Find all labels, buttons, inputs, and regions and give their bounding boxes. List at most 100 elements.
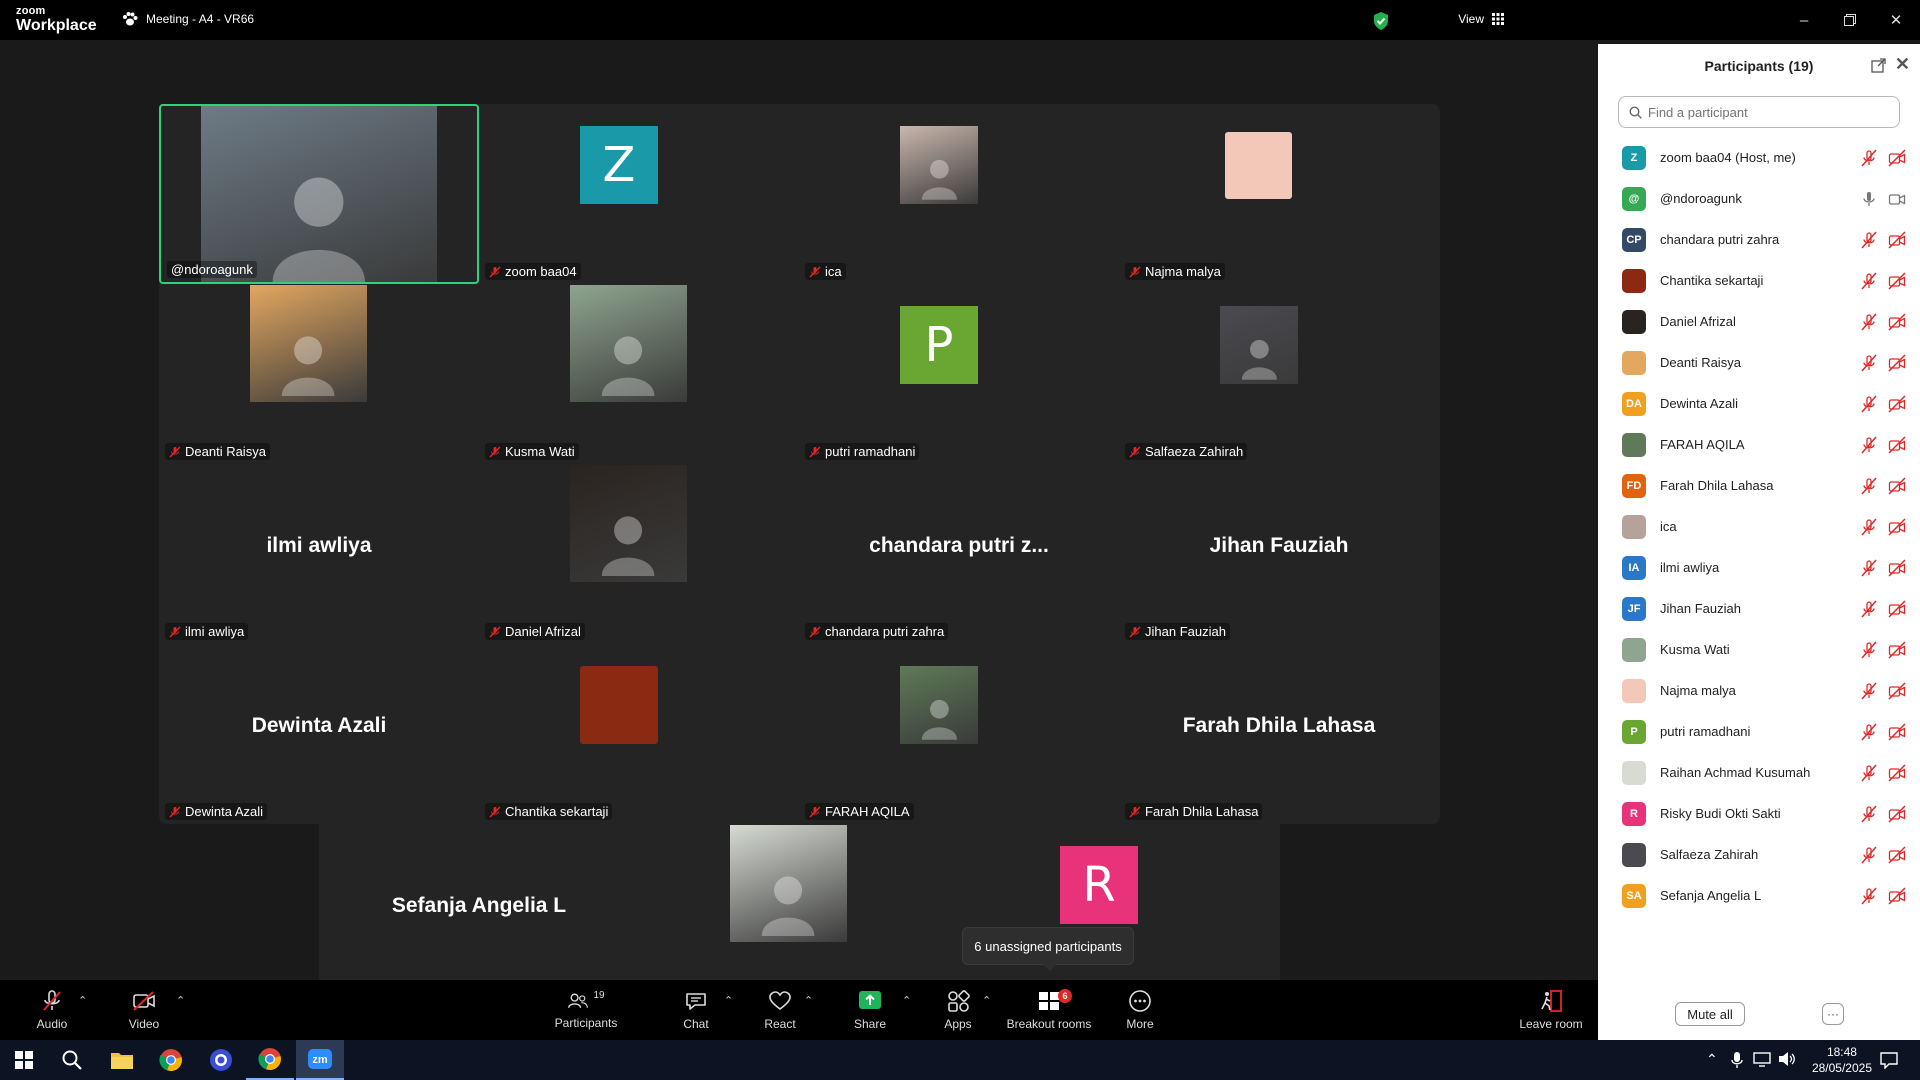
mic-muted-icon[interactable] — [1860, 641, 1878, 664]
apps-button[interactable]: Apps — [934, 980, 982, 1040]
taskbar-clock[interactable]: 18:48 28/05/2025 — [1812, 1044, 1872, 1076]
view-button[interactable]: View — [1458, 12, 1504, 26]
leave-room-button[interactable]: Leave room — [1516, 980, 1586, 1040]
participant-row[interactable]: DA Dewinta Azali — [1598, 383, 1920, 424]
participant-row[interactable]: Salfaeza Zahirah — [1598, 834, 1920, 875]
participant-row[interactable]: Raihan Achmad Kusumah — [1598, 752, 1920, 793]
video-button[interactable]: Video — [120, 980, 168, 1040]
react-options-caret[interactable]: ⌃ — [804, 994, 813, 1007]
participant-row[interactable]: Deanti Raisya — [1598, 342, 1920, 383]
chrome-icon[interactable] — [147, 1040, 195, 1080]
mute-all-button[interactable]: Mute all — [1675, 1002, 1745, 1026]
share-button[interactable]: Share — [846, 980, 894, 1040]
video-tile[interactable]: R — [959, 824, 1279, 1004]
participant-row[interactable]: Najma malya — [1598, 670, 1920, 711]
chat-button[interactable]: Chat — [672, 980, 720, 1040]
react-button[interactable]: React — [756, 980, 804, 1040]
video-tile[interactable]: FARAH AQILA — [799, 644, 1119, 824]
video-tile[interactable]: Zzoom baa04 — [479, 104, 799, 284]
mic-muted-icon[interactable] — [1860, 805, 1878, 828]
windows-start-icon[interactable] — [0, 1040, 48, 1080]
mic-muted-icon[interactable] — [1860, 887, 1878, 910]
participant-row[interactable]: ica — [1598, 506, 1920, 547]
app-circle-icon[interactable] — [197, 1040, 245, 1080]
mic-muted-icon[interactable] — [1860, 272, 1878, 295]
video-tile[interactable]: Raihan Achmad Kusumah — [639, 824, 959, 1004]
tray-mic-icon[interactable] — [1731, 1051, 1743, 1069]
search-input[interactable] — [1648, 104, 1888, 120]
notification-icon[interactable] — [1880, 1051, 1898, 1069]
participant-search[interactable] — [1618, 96, 1900, 128]
tile-name-text: @ndoroagunk — [171, 262, 253, 277]
video-tile[interactable]: Kusma Wati — [479, 284, 799, 464]
mic-muted-icon[interactable] — [1860, 149, 1878, 172]
encryption-shield-icon[interactable] — [1372, 11, 1390, 31]
participant-row[interactable]: JF Jihan Fauziah — [1598, 588, 1920, 629]
more-button[interactable]: More — [1116, 980, 1164, 1040]
video-tile[interactable]: Dewinta Azali Dewinta Azali — [159, 644, 479, 824]
video-tile[interactable]: Deanti Raisya — [159, 284, 479, 464]
video-tile[interactable]: chandara putri z... chandara putri zahra — [799, 464, 1119, 644]
mic-on-icon[interactable] — [1860, 190, 1878, 213]
breakout-rooms-button[interactable]: Breakout rooms — [1004, 980, 1094, 1040]
apps-options-caret[interactable]: ⌃ — [982, 994, 991, 1007]
mic-muted-icon[interactable] — [1860, 846, 1878, 869]
tray-volume-icon[interactable] — [1778, 1051, 1796, 1067]
participant-row[interactable]: IA ilmi awliya — [1598, 547, 1920, 588]
video-tile[interactable]: @ndoroagunk — [159, 104, 479, 284]
participant-row[interactable]: Kusma Wati — [1598, 629, 1920, 670]
participant-row[interactable]: Pputri ramadhani — [1598, 711, 1920, 752]
mic-muted-icon[interactable] — [1860, 313, 1878, 336]
participant-row[interactable]: SA Sefanja Angelia L — [1598, 875, 1920, 916]
mic-muted-icon[interactable] — [1860, 559, 1878, 582]
panel-more-button[interactable]: ··· — [1822, 1003, 1844, 1025]
participant-row[interactable]: CP chandara putri zahra — [1598, 219, 1920, 260]
camera-off-icon — [1888, 559, 1906, 582]
participant-row[interactable]: FARAH AQILA — [1598, 424, 1920, 465]
video-tile[interactable]: Najma malya — [1119, 104, 1439, 284]
video-tile[interactable]: Sefanja Angelia LSefanja Angelia L — [319, 824, 639, 1004]
video-tile[interactable]: ilmi awliya ilmi awliya — [159, 464, 479, 644]
chrome-profile-icon[interactable] — [246, 1040, 294, 1080]
video-tile[interactable]: Jihan Fauziah Jihan Fauziah — [1119, 464, 1439, 644]
mic-muted-icon[interactable] — [1860, 354, 1878, 377]
participant-row[interactable]: R Risky Budi Okti Sakti — [1598, 793, 1920, 834]
video-tile[interactable]: ica — [799, 104, 1119, 284]
minimize-icon[interactable]: – — [1794, 10, 1814, 30]
participant-row[interactable]: FD Farah Dhila Lahasa — [1598, 465, 1920, 506]
video-tile[interactable]: Daniel Afrizal — [479, 464, 799, 644]
mic-muted-icon[interactable] — [1860, 518, 1878, 541]
close-panel-icon[interactable]: ✕ — [1895, 54, 1910, 75]
video-tile[interactable]: Pputri ramadhani — [799, 284, 1119, 464]
participants-button[interactable]: 19 Participants — [550, 980, 622, 1040]
taskbar-search-icon[interactable] — [48, 1040, 96, 1080]
mic-muted-icon[interactable] — [1860, 682, 1878, 705]
mic-muted-icon[interactable] — [1860, 764, 1878, 787]
share-options-caret[interactable]: ⌃ — [902, 994, 911, 1007]
video-tile[interactable]: Salfaeza Zahirah — [1119, 284, 1439, 464]
mic-muted-icon[interactable] — [1860, 600, 1878, 623]
tray-network-icon[interactable] — [1753, 1051, 1771, 1067]
restore-icon[interactable] — [1840, 10, 1860, 30]
video-tile[interactable]: Chantika sekartaji — [479, 644, 799, 824]
participant-row[interactable]: Daniel Afrizal — [1598, 301, 1920, 342]
video-options-caret[interactable]: ⌃ — [176, 994, 185, 1007]
video-tile[interactable]: Farah Dhila Lahasa Farah Dhila Lahasa — [1119, 644, 1439, 824]
mic-muted-icon[interactable] — [1860, 395, 1878, 418]
file-explorer-icon[interactable] — [98, 1040, 146, 1080]
audio-button[interactable]: Audio — [28, 980, 76, 1040]
mic-muted-icon[interactable] — [1860, 477, 1878, 500]
mic-muted-icon[interactable] — [1860, 231, 1878, 254]
participant-row[interactable]: Zzoom baa04 (Host, me) — [1598, 137, 1920, 178]
tray-chevron-icon[interactable]: ⌃ — [1706, 1051, 1718, 1068]
participant-row[interactable]: Chantika sekartaji — [1598, 260, 1920, 301]
meeting-title[interactable]: Meeting - A4 - VR66 — [122, 12, 254, 26]
chat-options-caret[interactable]: ⌃ — [724, 994, 733, 1007]
mic-muted-icon[interactable] — [1860, 723, 1878, 746]
participant-row[interactable]: @ @ndoroagunk — [1598, 178, 1920, 219]
mic-muted-icon[interactable] — [1860, 436, 1878, 459]
zoom-taskbar-icon[interactable]: zm — [296, 1040, 344, 1080]
pop-out-icon[interactable] — [1871, 58, 1886, 73]
close-window-icon[interactable]: ✕ — [1886, 10, 1906, 30]
audio-options-caret[interactable]: ⌃ — [78, 994, 87, 1007]
